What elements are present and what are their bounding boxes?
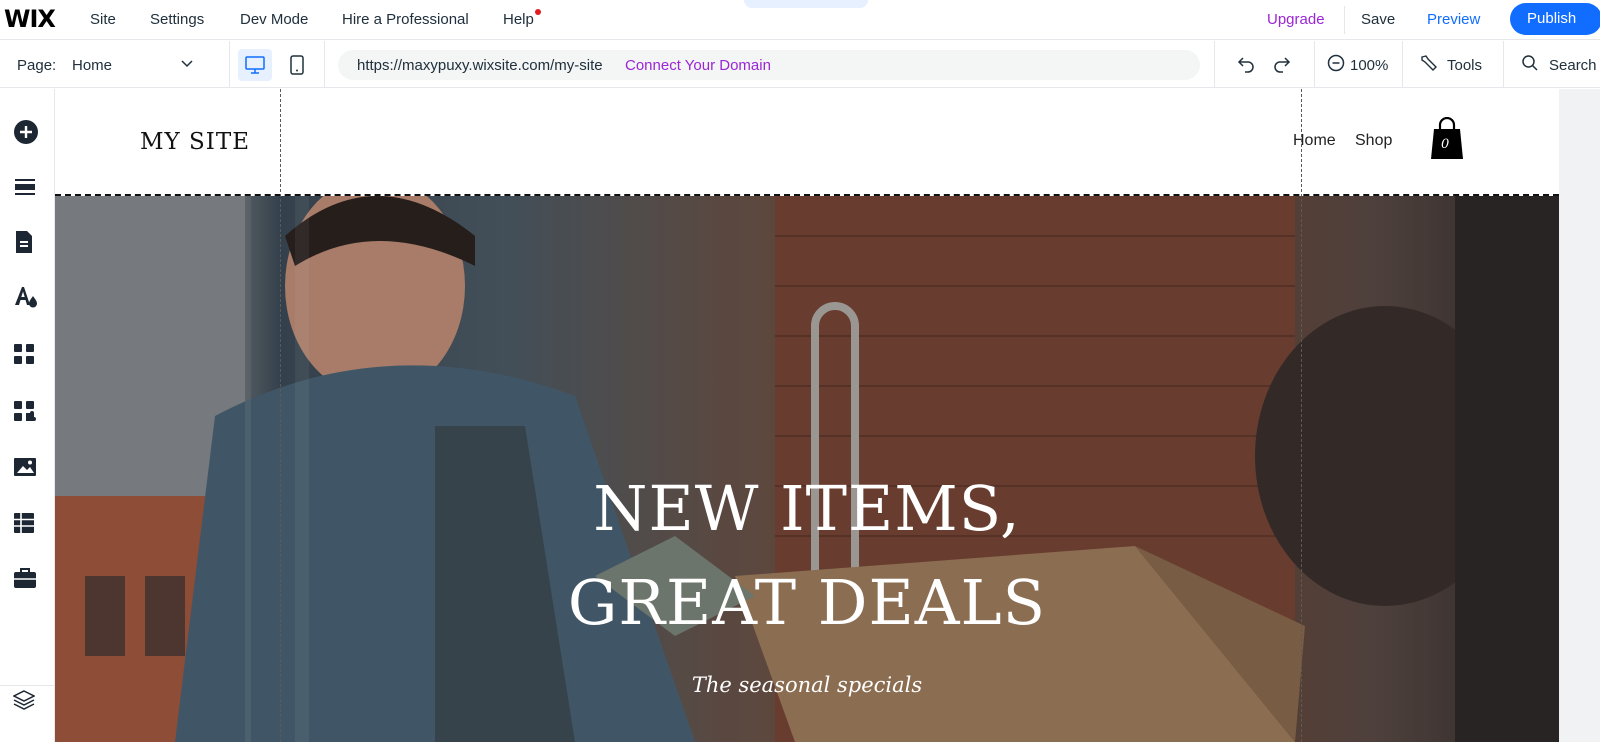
- chevron-down-icon[interactable]: [180, 56, 194, 70]
- divider: [1503, 41, 1504, 88]
- divider: [1344, 6, 1345, 34]
- menu-help[interactable]: Help: [503, 11, 534, 28]
- page-select[interactable]: Home: [72, 57, 112, 74]
- divider: [1314, 41, 1315, 88]
- help-notification-dot: [535, 9, 541, 15]
- redo-icon[interactable]: [1272, 54, 1292, 74]
- page-label: Page:: [17, 57, 57, 74]
- site-url-bar[interactable]: https://maxypuxy.wixsite.com/my-site Con…: [338, 50, 1200, 80]
- left-sidebar: [0, 89, 55, 742]
- divider: [1402, 41, 1403, 88]
- nav-shop[interactable]: Shop: [1355, 132, 1392, 150]
- menu-settings[interactable]: Settings: [150, 11, 204, 28]
- upgrade-link[interactable]: Upgrade: [1267, 11, 1325, 28]
- search-icon[interactable]: [1521, 54, 1539, 72]
- site-title[interactable]: MY SITE: [140, 129, 250, 155]
- media-icon[interactable]: [13, 457, 37, 477]
- layers-icon[interactable]: [13, 690, 35, 710]
- undo-icon[interactable]: [1236, 54, 1256, 74]
- divider: [324, 41, 325, 88]
- nav-home[interactable]: Home: [1293, 132, 1336, 150]
- tools-icon[interactable]: [1420, 54, 1438, 72]
- business-tools-icon[interactable]: [13, 567, 37, 589]
- add-apps-icon[interactable]: [13, 400, 37, 422]
- menu-dev-mode[interactable]: Dev Mode: [240, 11, 308, 28]
- cart-count: 0: [1441, 137, 1450, 152]
- add-elements-icon[interactable]: [13, 119, 39, 145]
- menu-site[interactable]: Site: [90, 11, 116, 28]
- mobile-icon: [290, 55, 304, 75]
- wix-logo[interactable]: WIX: [4, 5, 56, 33]
- right-grid-guide: [1301, 89, 1302, 742]
- pages-icon[interactable]: [13, 230, 35, 254]
- publish-button[interactable]: Publish: [1510, 3, 1600, 35]
- site-design-icon[interactable]: [13, 285, 39, 309]
- divider: [0, 685, 55, 686]
- left-grid-guide: [280, 89, 281, 742]
- divider: [229, 41, 230, 88]
- search-button[interactable]: Search: [1549, 57, 1597, 74]
- desktop-view-button[interactable]: [238, 49, 272, 81]
- sections-icon[interactable]: [13, 177, 37, 197]
- save-button[interactable]: Save: [1361, 11, 1395, 28]
- canvas-right-gutter: [1559, 89, 1600, 742]
- preview-button[interactable]: Preview: [1427, 11, 1480, 28]
- desktop-icon: [245, 56, 265, 74]
- mobile-view-button[interactable]: [286, 49, 308, 81]
- editor-toolbar: Page: Home https://maxypuxy.wixsite.com/…: [0, 41, 1600, 88]
- site-url[interactable]: https://maxypuxy.wixsite.com/my-site: [357, 57, 603, 74]
- collapse-topbar-tab[interactable]: [744, 0, 868, 8]
- connect-domain-link[interactable]: Connect Your Domain: [625, 57, 771, 74]
- tools-button[interactable]: Tools: [1447, 57, 1482, 74]
- cms-icon[interactable]: [13, 512, 35, 534]
- menu-hire-a-professional[interactable]: Hire a Professional: [342, 11, 469, 28]
- zoom-out-icon[interactable]: [1327, 54, 1345, 72]
- apps-icon[interactable]: [13, 343, 35, 365]
- zoom-level[interactable]: 100%: [1350, 57, 1388, 74]
- divider: [1214, 41, 1215, 88]
- editor-canvas[interactable]: MY SITE Home Shop 0 NEW ITEMS, GREAT DEA…: [55, 89, 1559, 742]
- top-bar: WIX Site Settings Dev Mode Hire a Profes…: [0, 0, 1600, 40]
